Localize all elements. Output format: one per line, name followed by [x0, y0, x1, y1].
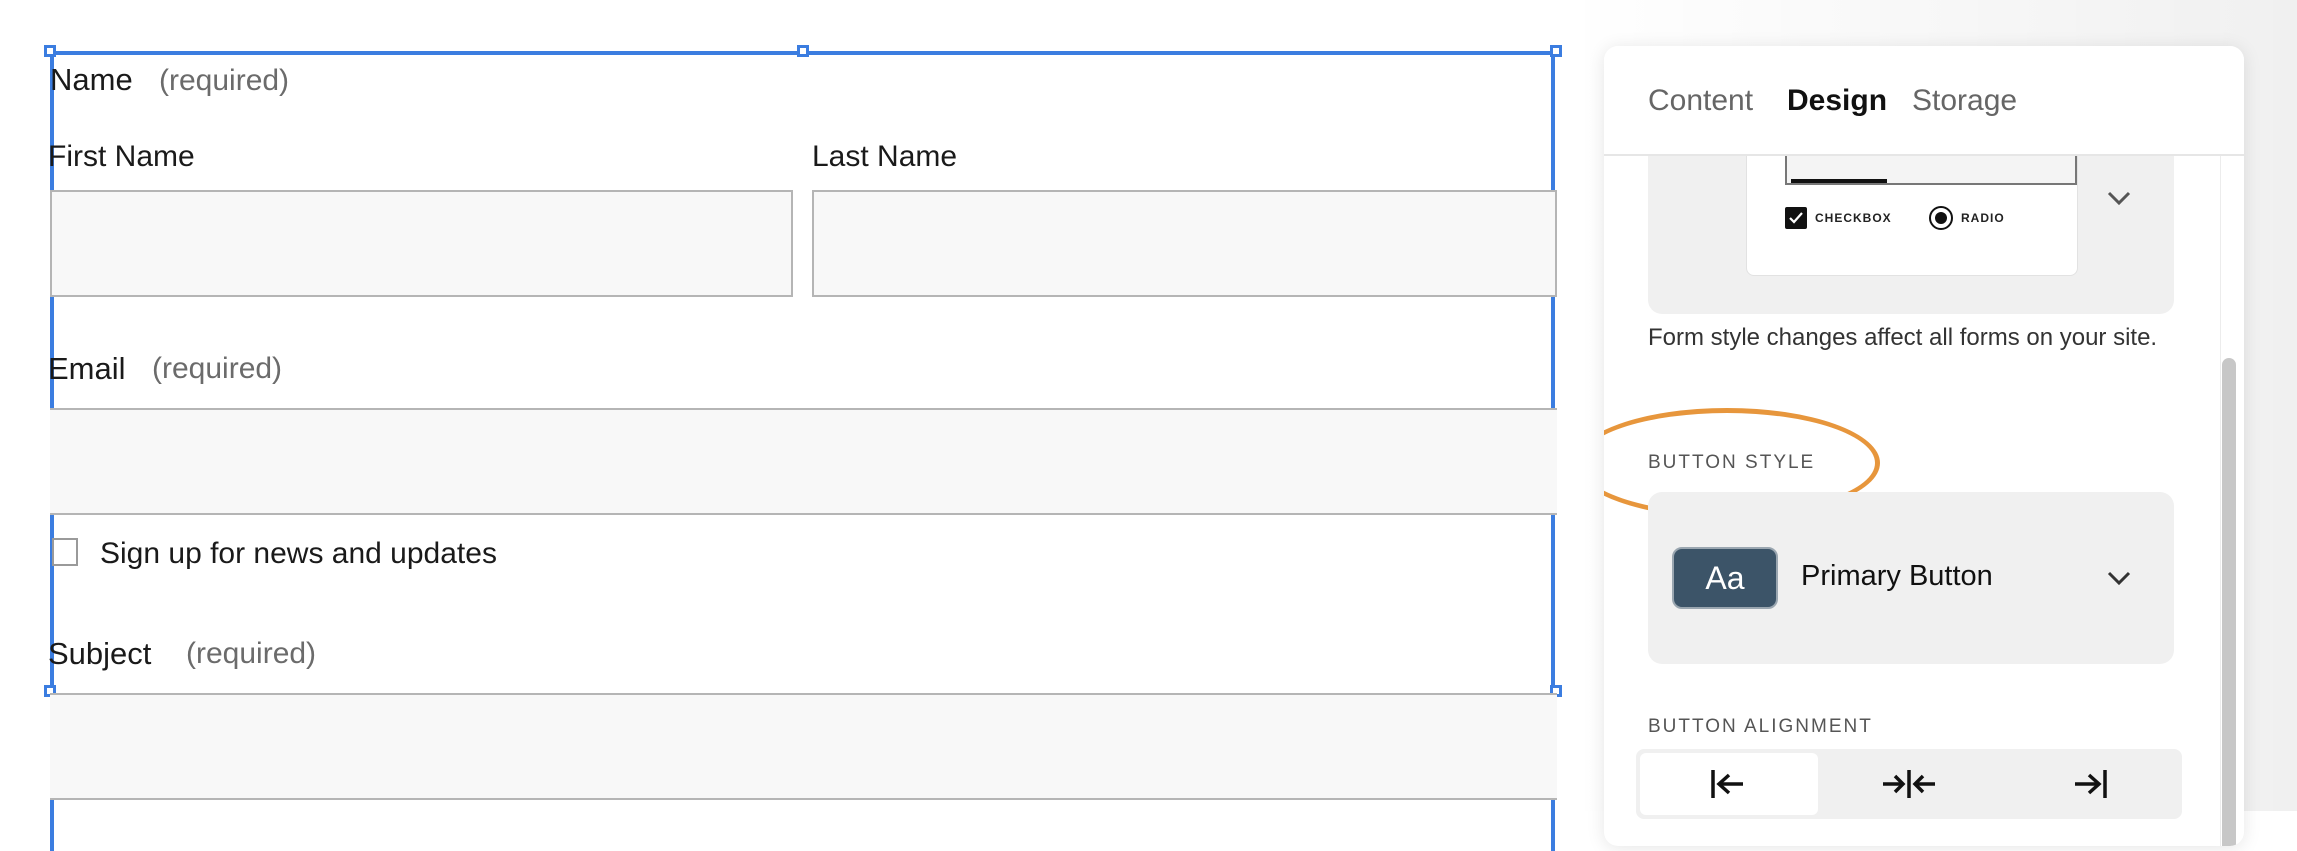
tab-design[interactable]: Design — [1787, 84, 1887, 118]
button-style-swatch: Aa — [1672, 547, 1778, 609]
subject-field[interactable] — [50, 693, 1557, 800]
checkbox-checked-icon — [1785, 207, 1807, 229]
first-name-field[interactable] — [50, 190, 793, 297]
form-canvas: Name (required) First Name Last Name Ema… — [0, 0, 1600, 851]
form-style-note: Form style changes affect all forms on y… — [1648, 324, 2158, 351]
align-center-button[interactable] — [1820, 753, 1998, 815]
button-style-name: Primary Button — [1801, 560, 1993, 592]
preview-checkbox-label: CHECKBOX — [1815, 211, 1892, 225]
chevron-down-icon[interactable] — [2106, 570, 2132, 586]
first-name-label: First Name — [48, 140, 195, 173]
button-style-title: BUTTON STYLE — [1648, 452, 1816, 473]
resize-handle-top-left[interactable] — [44, 45, 56, 57]
scrollbar-thumb[interactable] — [2222, 358, 2236, 846]
align-left-button[interactable] — [1640, 753, 1818, 815]
email-label: Email — [48, 351, 126, 386]
preview-radio-label: RADIO — [1961, 211, 2005, 225]
subject-label: Subject — [48, 636, 152, 671]
radio-selected-icon — [1929, 206, 1953, 230]
scroll-track[interactable] — [2220, 154, 2221, 846]
button-style-selector[interactable]: Aa Primary Button — [1648, 492, 2174, 664]
name-label: Name — [50, 62, 133, 97]
preview-active-underline — [1791, 179, 1887, 183]
chevron-down-icon[interactable] — [2106, 190, 2132, 206]
last-name-label: Last Name — [812, 140, 958, 173]
tab-storage[interactable]: Storage — [1912, 84, 2017, 118]
newsletter-label: Sign up for news and updates — [100, 537, 497, 570]
name-required: (required) — [159, 64, 290, 97]
button-alignment-title: BUTTON ALIGNMENT — [1648, 716, 1873, 737]
newsletter-checkbox[interactable] — [52, 538, 78, 566]
design-panel: Content Design Storage CHECKBOX RADIO Fo… — [1604, 46, 2244, 846]
align-center-icon — [1883, 770, 1935, 798]
email-field[interactable] — [50, 408, 1557, 515]
align-left-icon — [1711, 770, 1743, 798]
resize-handle-top-center[interactable] — [797, 45, 809, 57]
subject-required: (required) — [186, 637, 317, 670]
button-alignment-group — [1636, 749, 2182, 819]
tab-content[interactable]: Content — [1648, 84, 1753, 118]
align-right-icon — [2075, 770, 2107, 798]
panel-tabs: Content Design Storage — [1604, 46, 2244, 156]
panel-body: CHECKBOX RADIO Form style changes affect… — [1604, 94, 2244, 846]
last-name-field[interactable] — [812, 190, 1557, 297]
align-right-button[interactable] — [2000, 753, 2178, 815]
email-required: (required) — [152, 352, 283, 385]
